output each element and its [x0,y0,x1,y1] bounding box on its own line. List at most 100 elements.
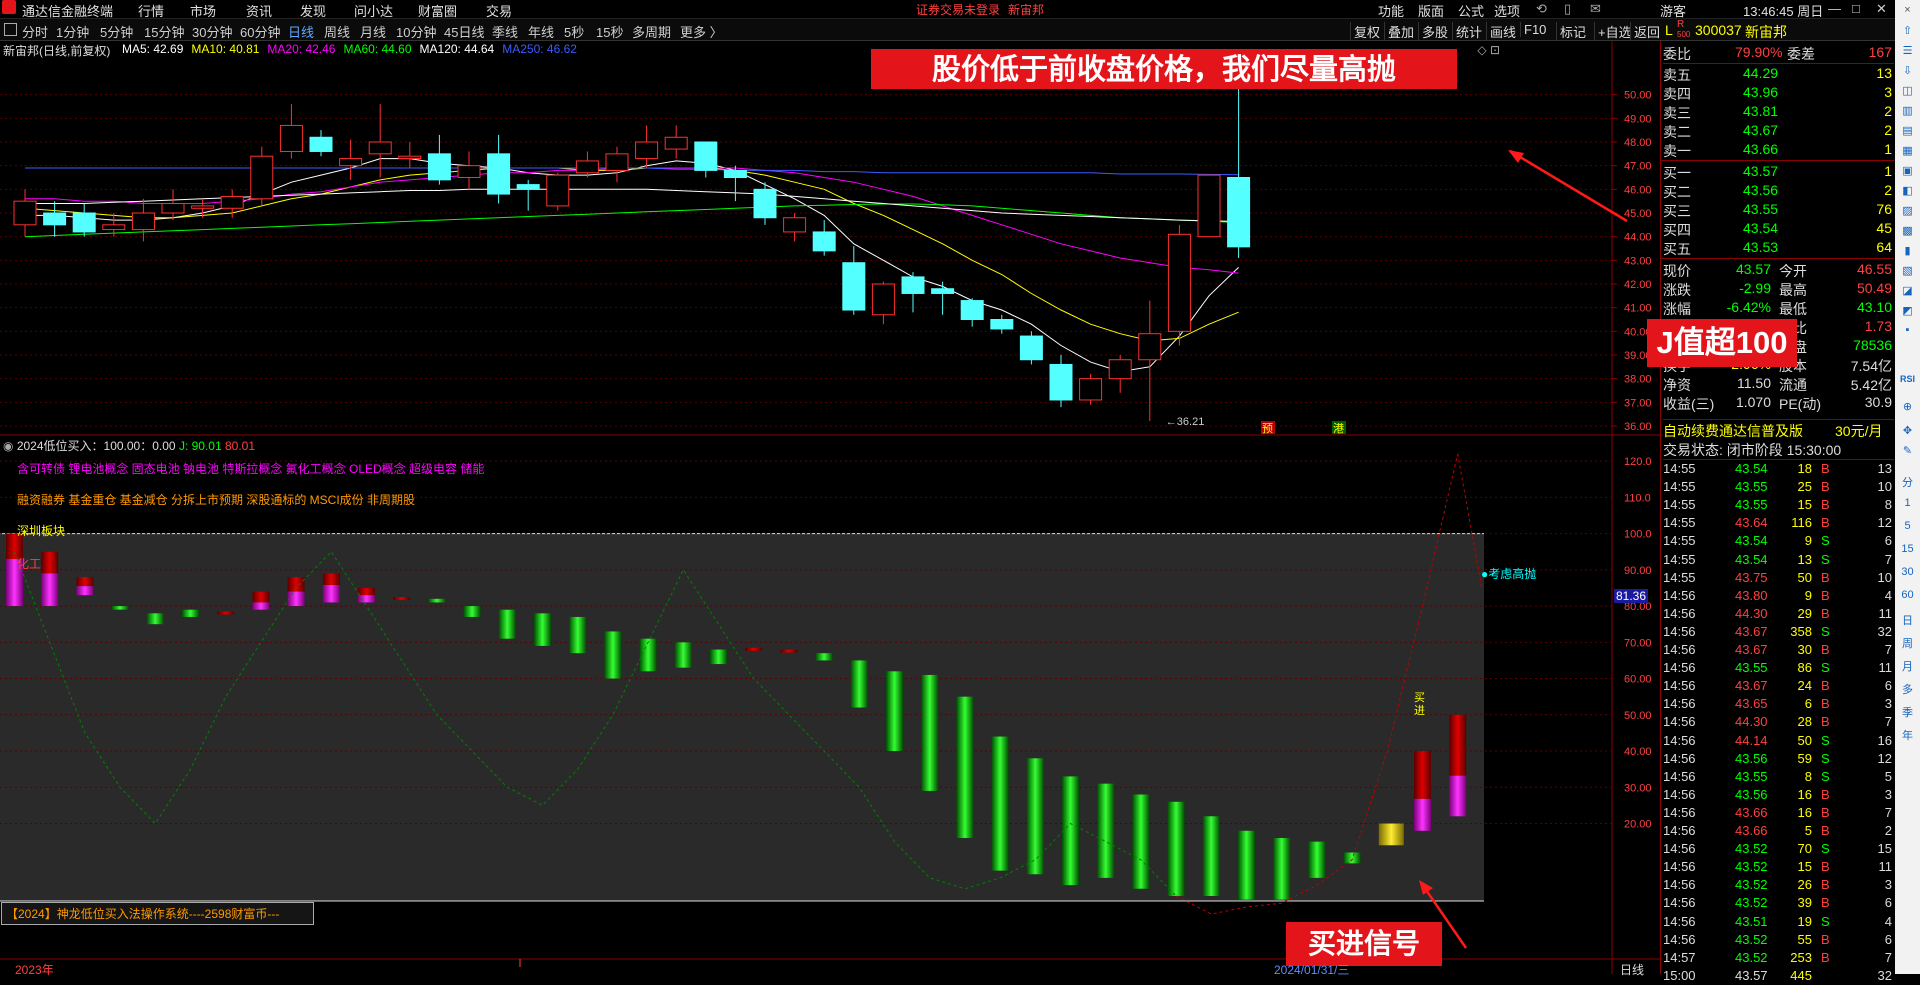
period-15[interactable]: 15 [1895,543,1920,555]
chart-tool-5[interactable]: F10 [1520,22,1546,37]
period-month[interactable]: 月 [1895,658,1920,674]
period-tab-1[interactable]: 1分钟 [56,22,89,41]
period-year[interactable]: 年 [1895,727,1920,743]
bid-row-3[interactable]: 买三 43.55 76 [1663,200,1894,219]
grid-icon[interactable]: ▦ [1895,144,1920,157]
compare-icon[interactable]: ◧ [1895,184,1920,197]
period-tab-6[interactable]: 日线 [288,22,314,41]
period-tab-11[interactable]: 季线 [492,22,518,41]
kdj-icon[interactable]: ◪ [1895,284,1920,297]
bid-row-2[interactable]: 买二 43.56 2 [1663,181,1894,200]
period-tab-15[interactable]: 多周期 [632,22,671,41]
zoom-icon[interactable]: ⊕ [1895,400,1920,413]
indicator-toggle-icon[interactable]: ◉ [3,439,13,453]
kline-chart[interactable]: 50.00 49.00 48.00 47.00 46.00 45.00 44.00 43.00… [0,41,1660,436]
ask-row-2[interactable]: 卖四 43.96 3 [1663,83,1894,102]
refresh-icon[interactable]: ⟲ [1536,1,1547,17]
menu-ask[interactable]: 问小达 [354,1,393,20]
period-tab-5[interactable]: 60分钟 [240,22,280,41]
menu-market-quotes[interactable]: 行情 [138,1,164,20]
period-tab-7[interactable]: 周线 [324,22,350,41]
period-week[interactable]: 周 [1895,635,1920,651]
login-notice[interactable]: 证券交易未登录 [916,1,1000,18]
collapse-icon[interactable]: × [1895,4,1920,16]
window-menu-icon[interactable] [4,23,17,36]
period-tab-16[interactable]: 更多 〉 [680,22,723,41]
period-tab-3[interactable]: 15分钟 [144,22,184,41]
period-multi[interactable]: 多 [1895,681,1920,697]
indicator-bar [1097,783,1115,878]
f10-icon[interactable]: ▨ [1895,204,1920,217]
menu-news[interactable]: 资讯 [246,1,272,20]
report-icon[interactable]: ▤ [1895,124,1920,137]
period-1[interactable]: 1 [1895,497,1920,509]
menu-layout[interactable]: 版面 [1418,1,1444,20]
chart-tool-0[interactable]: 复权 [1350,22,1380,41]
period-quarter[interactable]: 季 [1895,704,1920,720]
nav-list-icon[interactable]: ☰ [1895,44,1920,57]
chart-tool-1[interactable]: 叠加 [1384,22,1414,41]
period-minute[interactable]: 分 [1895,474,1920,490]
nav-down-icon[interactable]: ⇩ [1895,64,1920,77]
menu-function[interactable]: 功能 [1378,1,1404,20]
period-tab-13[interactable]: 5秒 [564,22,584,41]
ask-row-4[interactable]: 卖二 43.67 2 [1663,121,1894,140]
indicator-bar [1273,838,1291,900]
chart-tool-7[interactable]: +自选 [1594,22,1632,41]
promo-row[interactable]: 自动续费通达信普及版 30元/月 [1663,419,1894,440]
minimize-icon[interactable]: — [1828,1,1841,16]
minute-chart-icon[interactable]: ◫ [1895,84,1920,97]
candle-body [339,158,363,167]
draw-icon[interactable]: ✎ [1895,444,1920,457]
period-tab-2[interactable]: 5分钟 [100,22,133,41]
maximize-icon[interactable]: □ [1852,1,1860,16]
user-label[interactable]: 游客 [1660,1,1686,20]
period-30[interactable]: 30 [1895,566,1920,578]
period-tab-0[interactable]: 分时 [22,22,48,41]
wr-icon[interactable]: ▪ [1895,324,1920,336]
weibi-value: 79.90% [1735,44,1783,60]
calculator-icon[interactable]: ▣ [1895,164,1920,177]
bid-row-1[interactable]: 买一 43.57 1 [1663,162,1894,181]
menu-trade[interactable]: 交易 [486,1,512,20]
bid-row-4[interactable]: 买四 43.54 45 [1663,219,1894,238]
chart-tool-8[interactable]: 返回 [1630,22,1660,41]
rsi-button[interactable]: RSI [1895,374,1920,384]
nav-up-icon[interactable]: ⇧ [1895,24,1920,37]
period-tab-12[interactable]: 年线 [528,22,554,41]
phone-icon[interactable]: ▯ [1564,1,1571,17]
period-5[interactable]: 5 [1895,520,1920,532]
period-tab-8[interactable]: 月线 [360,22,386,41]
ask-row-3[interactable]: 卖三 43.81 2 [1663,102,1894,121]
macd-icon[interactable]: ▧ [1895,264,1920,277]
move-icon[interactable]: ✥ [1895,424,1920,437]
menu-discover[interactable]: 发现 [300,1,326,20]
period-tab-14[interactable]: 15秒 [596,22,623,41]
chart-type-icon[interactable]: ▩ [1895,224,1920,237]
period-day[interactable]: 日 [1895,612,1920,628]
chart-tool-4[interactable]: 画线 [1486,22,1516,41]
menu-wealth[interactable]: 财富圈 [418,1,457,20]
period-tab-10[interactable]: 45日线 [444,22,484,41]
bid-row-5[interactable]: 买五 43.53 64 [1663,238,1894,257]
period-tab-4[interactable]: 30分钟 [192,22,232,41]
close-icon[interactable]: ✕ [1876,1,1887,17]
chart-settings-icon[interactable]: ◇ ⊡ [1477,43,1500,57]
menu-formula[interactable]: 公式 [1458,1,1484,20]
chart-tool-2[interactable]: 多股 [1418,22,1448,41]
system-label[interactable]: 【2024】神龙低位买入法操作系统----2598财富币--- [1,902,314,925]
period-tab-9[interactable]: 10分钟 [396,22,436,41]
volume-icon[interactable]: ▮ [1895,244,1920,257]
mail-icon[interactable]: ✉ [1590,1,1601,17]
ask-row-5[interactable]: 卖一 43.66 1 [1663,140,1894,159]
candle-body [1108,359,1132,380]
kline-icon[interactable]: ▥ [1895,104,1920,117]
boll-icon[interactable]: ◩ [1895,304,1920,317]
menu-options[interactable]: 选项 [1494,1,1520,20]
ask-row-1[interactable]: 卖五 44.29 13 [1663,64,1894,83]
chart-tool-6[interactable]: 标记 [1556,22,1586,41]
indicator-chart[interactable]: 120.0 110.0 100.0 90.00 80.00 70.00 60.00 50.00… [0,311,1797,977]
chart-tool-3[interactable]: 统计 [1452,22,1482,41]
period-60[interactable]: 60 [1895,589,1920,601]
menu-market[interactable]: 市场 [190,1,216,20]
